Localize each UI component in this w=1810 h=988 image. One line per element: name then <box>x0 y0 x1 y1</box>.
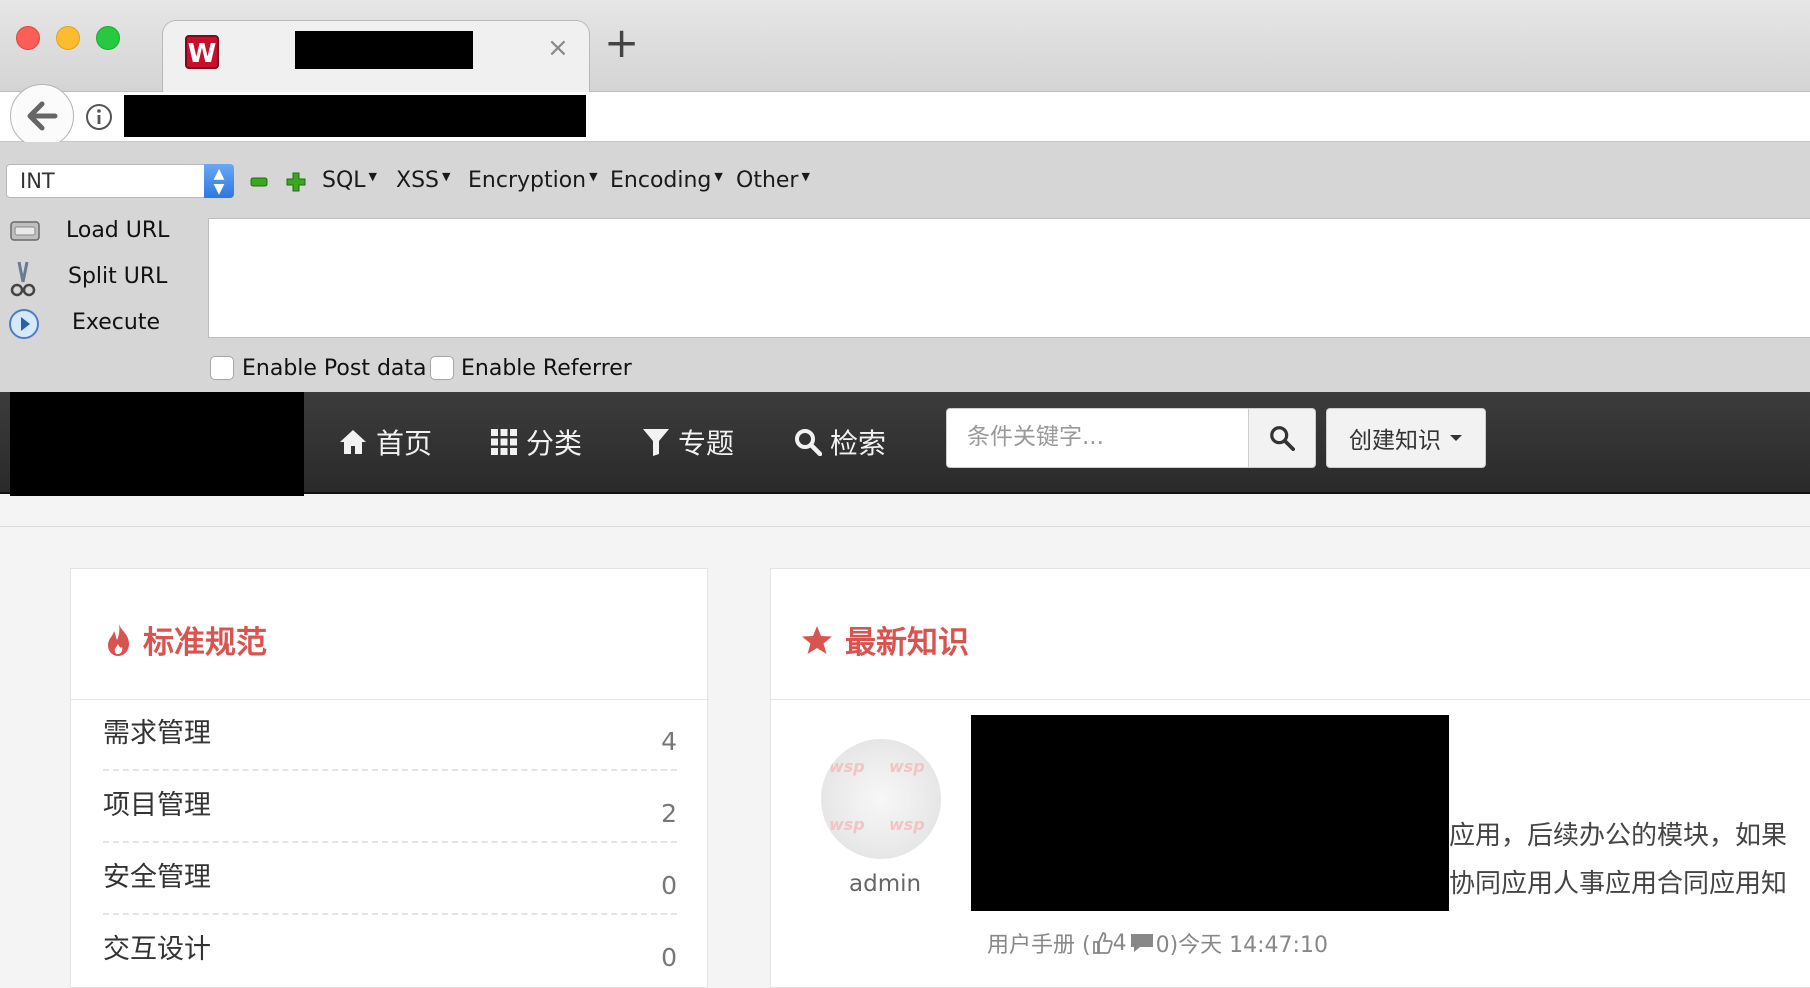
star-icon <box>802 625 832 654</box>
knowledge-summary-line: 应用，后续办公的模块，如果 <box>1449 821 1788 851</box>
site-favicon-icon: W <box>185 35 219 69</box>
back-arrow-icon <box>27 101 58 131</box>
type-select-value: INT <box>20 169 55 193</box>
category-count: 0 <box>661 943 677 972</box>
browser-tab[interactable]: W × <box>162 20 590 92</box>
back-button[interactable] <box>10 84 74 148</box>
menu-xss[interactable]: XSS ▼ <box>396 168 450 193</box>
execute-button[interactable]: Execute <box>0 304 200 344</box>
enable-referrer-label: Enable Referrer <box>461 356 632 381</box>
standards-title-text: 标准规范 <box>143 625 267 661</box>
site-navbar: 首页 分类 专题 检索 条件关键字... 创建知识 <box>0 392 1810 496</box>
menu-sql[interactable]: SQL ▼ <box>322 168 377 193</box>
address-bar-row <box>0 84 1810 148</box>
latest-title: 最新知识 <box>801 617 969 662</box>
select-arrows-icon: ▲ ▼ <box>204 164 234 198</box>
thumbs-up-icon <box>1092 932 1113 954</box>
fire-icon <box>108 623 129 656</box>
menu-encoding-label: Encoding <box>610 168 712 193</box>
like-count: 4 <box>1112 930 1127 956</box>
minimize-window-icon[interactable] <box>56 26 80 50</box>
category-row[interactable]: 安全管理 0 <box>103 843 677 915</box>
browser-titlebar: W × + <box>0 0 1810 92</box>
nav-topics[interactable]: 专题 <box>642 422 734 462</box>
plus-icon[interactable] <box>286 172 306 192</box>
search-icon <box>1270 426 1295 451</box>
category-row[interactable]: 交互设计 0 <box>103 915 677 987</box>
execute-play-icon <box>9 309 39 339</box>
minus-icon[interactable] <box>250 175 268 189</box>
home-icon <box>340 430 366 454</box>
split-url-label: Split URL <box>68 264 168 289</box>
knowledge-category-link[interactable]: 用户手册 ( <box>987 927 1091 959</box>
maximize-window-icon[interactable] <box>96 26 120 50</box>
split-url-button[interactable]: Split URL <box>0 258 200 298</box>
grid-icon <box>491 429 517 455</box>
url-input[interactable] <box>124 95 586 137</box>
load-url-button[interactable]: Load URL <box>0 212 200 252</box>
category-name[interactable]: 安全管理 <box>103 855 211 894</box>
menu-other-label: Other <box>736 168 799 193</box>
url-textarea[interactable] <box>208 218 1810 338</box>
category-row[interactable]: 需求管理 4 <box>103 699 677 771</box>
create-knowledge-label: 创建知识 <box>1349 428 1441 454</box>
category-count: 0 <box>661 871 677 900</box>
menu-xss-label: XSS <box>396 168 440 193</box>
load-url-label: Load URL <box>66 218 170 243</box>
type-select[interactable]: INT ▲ ▼ <box>6 164 234 198</box>
nav-search-label: 检索 <box>830 427 887 460</box>
search-button[interactable] <box>1248 408 1316 468</box>
svg-text:W: W <box>188 39 217 69</box>
tab-close-icon[interactable]: × <box>547 33 569 63</box>
menu-encoding[interactable]: Encoding ▼ <box>610 168 723 193</box>
latest-separator <box>771 699 1810 700</box>
nav-categories[interactable]: 分类 <box>490 422 582 462</box>
standards-title: 标准规范 <box>105 617 267 662</box>
category-count: 4 <box>661 727 677 756</box>
split-url-scissors-icon <box>10 261 36 297</box>
comment-icon <box>1130 934 1153 952</box>
nav-categories-label: 分类 <box>526 427 583 460</box>
search-placeholder: 条件关键字... <box>967 424 1104 450</box>
menu-other[interactable]: Other ▼ <box>736 168 810 193</box>
category-name[interactable]: 交互设计 <box>103 927 211 966</box>
latest-knowledge-panel: 最新知识 wsp wsp wsp wsp admin 应用，后续办公的模块，如果 协… <box>770 568 1810 988</box>
avatar[interactable]: wsp wsp wsp wsp <box>821 739 941 859</box>
load-url-icon <box>10 221 40 241</box>
enable-post-data-checkbox[interactable] <box>210 356 234 380</box>
enable-referrer-checkbox[interactable] <box>430 356 454 380</box>
knowledge-meta: 用户手册 ( 4 0)今天 14:47:10 <box>987 927 1328 959</box>
knowledge-summary-line: 协同应用人事应用合同应用知 <box>1449 869 1788 899</box>
execute-label: Execute <box>72 310 160 335</box>
close-window-icon[interactable] <box>16 26 40 50</box>
info-icon[interactable] <box>84 102 114 132</box>
category-name[interactable]: 项目管理 <box>103 783 211 822</box>
standards-panel: 标准规范 需求管理 4 项目管理 2 安全管理 0 交互设计 0 <box>70 568 709 988</box>
enable-post-data-label: Enable Post data <box>242 356 427 381</box>
content-divider <box>0 526 1810 527</box>
latest-title-text: 最新知识 <box>845 625 969 661</box>
nav-home-label: 首页 <box>376 427 433 460</box>
site-logo-redacted[interactable] <box>10 392 304 496</box>
nav-search[interactable]: 检索 <box>794 422 886 462</box>
knowledge-title-redacted[interactable] <box>971 715 1449 911</box>
nav-home[interactable]: 首页 <box>338 422 432 462</box>
category-row[interactable]: 项目管理 2 <box>103 771 677 843</box>
menu-encryption[interactable]: Encryption ▼ <box>468 168 598 193</box>
tab-title-redacted <box>295 31 473 69</box>
hackbar-toolbar: INT ▲ ▼ SQL ▼ XSS ▼ Encryption ▼ Encoding ▼ O… <box>0 142 1810 392</box>
category-count: 2 <box>661 799 677 828</box>
new-tab-button[interactable]: + <box>604 22 639 64</box>
comment-count-and-time: 0)今天 14:47:10 <box>1155 933 1328 958</box>
category-name[interactable]: 需求管理 <box>103 711 211 750</box>
menu-sql-label: SQL <box>322 168 366 193</box>
nav-topics-label: 专题 <box>678 427 735 460</box>
filter-icon <box>643 429 669 456</box>
menu-encryption-label: Encryption <box>468 168 587 193</box>
caret-down-icon <box>1450 435 1462 441</box>
author-name[interactable]: admin <box>849 871 921 897</box>
create-knowledge-button[interactable]: 创建知识 <box>1326 408 1486 468</box>
search-icon <box>795 429 822 456</box>
